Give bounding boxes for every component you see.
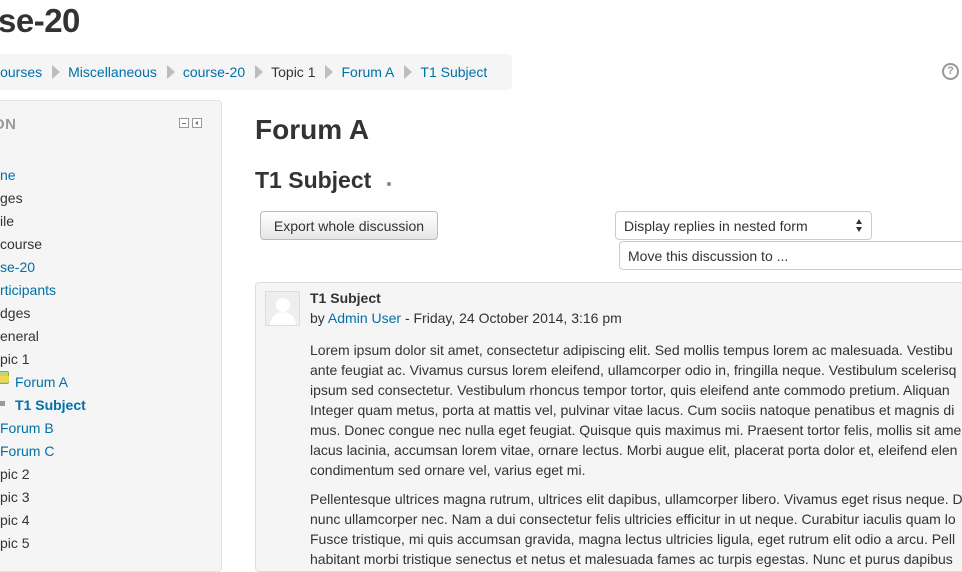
breadcrumb-forum[interactable]: Forum A bbox=[341, 64, 394, 80]
post-line: ipsum sed consectetur. Vestibulum rhoncu… bbox=[310, 382, 950, 398]
forum-title: Forum A bbox=[255, 114, 370, 145]
navigation-block-title: ON bbox=[0, 116, 17, 133]
nav-item-topic-1[interactable]: pic 1 bbox=[0, 351, 30, 368]
post-line: Integer quam metus, porta at mattis vel,… bbox=[310, 402, 955, 418]
post-line: ante feugiat ac. Vivamus cursus lorem el… bbox=[310, 362, 957, 378]
post-subject: T1 Subject bbox=[310, 290, 381, 306]
nav-item-pages[interactable]: ges bbox=[0, 190, 23, 207]
nav-item-forum-b[interactable]: Forum B bbox=[0, 420, 54, 437]
nav-item-forum-c[interactable]: Forum C bbox=[0, 443, 54, 460]
move-discussion-value: Move this discussion to ... bbox=[628, 247, 789, 264]
breadcrumb-topic: Topic 1 bbox=[271, 64, 316, 80]
post-line: mus. Donec congue nec nulla eget feugiat… bbox=[310, 422, 962, 438]
minimize-block-icon[interactable] bbox=[179, 118, 189, 128]
nav-item-profile[interactable]: ile bbox=[0, 213, 14, 230]
post-by-prefix: by bbox=[310, 310, 325, 326]
breadcrumb-discussion[interactable]: T1 Subject bbox=[420, 64, 487, 80]
forum-icon bbox=[0, 371, 9, 384]
post-paragraph-1: Lorem ipsum dolor sit amet, consectetur … bbox=[310, 340, 962, 480]
post-author-link[interactable]: Admin User bbox=[328, 310, 401, 326]
nav-item-home[interactable]: ne bbox=[0, 167, 16, 184]
post-line: nunc ullamcorper nec. Nam a dui consecte… bbox=[310, 511, 956, 527]
bullet-icon bbox=[0, 401, 5, 406]
dot-icon bbox=[387, 182, 391, 186]
display-mode-value: Display replies in nested form bbox=[624, 217, 808, 234]
nav-item-current-course[interactable]: course bbox=[0, 236, 42, 253]
post-paragraph-2: Pellentesque ultrices magna rutrum, ultr… bbox=[310, 489, 962, 569]
nav-item-forum-a[interactable]: Forum A bbox=[15, 374, 68, 391]
nav-item-course[interactable]: se-20 bbox=[0, 259, 35, 276]
breadcrumb-separator-icon bbox=[52, 65, 61, 79]
nav-item-topic-3[interactable]: pic 3 bbox=[0, 489, 30, 506]
breadcrumb-course[interactable]: course-20 bbox=[183, 64, 245, 80]
post-line: condimentum sed ornare vel, varius eget … bbox=[310, 462, 586, 478]
breadcrumb-separator-icon bbox=[166, 65, 175, 79]
breadcrumb-separator-icon bbox=[325, 65, 334, 79]
dock-block-icon[interactable] bbox=[192, 118, 202, 128]
post-byline: by Admin User - Friday, 24 October 2014,… bbox=[310, 310, 622, 326]
breadcrumb-miscellaneous[interactable]: Miscellaneous bbox=[68, 64, 157, 80]
export-discussion-button[interactable]: Export whole discussion bbox=[260, 211, 438, 240]
discussion-title: T1 Subject bbox=[255, 167, 372, 193]
select-arrows-icon bbox=[856, 219, 864, 233]
help-icon[interactable]: ? bbox=[942, 63, 959, 80]
breadcrumb-courses[interactable]: Courses bbox=[0, 64, 42, 80]
display-mode-select[interactable]: Display replies in nested form bbox=[615, 211, 872, 240]
post-line: lacus lacinia, accumsan lorem vitae, orn… bbox=[310, 442, 958, 458]
post-line: Fusce tristique, mi quis accumsan gravid… bbox=[310, 531, 956, 547]
nav-item-badges[interactable]: dges bbox=[0, 305, 30, 322]
breadcrumb: Courses Miscellaneous course-20 Topic 1 … bbox=[0, 54, 512, 90]
move-discussion-select[interactable]: Move this discussion to ... bbox=[619, 241, 962, 270]
course-title: se-20 bbox=[0, 2, 80, 39]
nav-item-topic-2[interactable]: pic 2 bbox=[0, 466, 30, 483]
nav-item-t1-subject[interactable]: T1 Subject bbox=[15, 397, 86, 414]
post-line: Pellentesque ultrices magna rutrum, ultr… bbox=[310, 491, 962, 507]
post-date: - Friday, 24 October 2014, 3:16 pm bbox=[401, 310, 622, 326]
nav-item-participants[interactable]: rticipants bbox=[0, 282, 56, 299]
user-avatar-icon[interactable] bbox=[265, 291, 300, 326]
nav-item-topic-5[interactable]: pic 5 bbox=[0, 535, 30, 552]
nav-item-topic-4[interactable]: pic 4 bbox=[0, 512, 30, 529]
post-line: habitant morbi tristique senectus et net… bbox=[310, 551, 953, 567]
post-line: Lorem ipsum dolor sit amet, consectetur … bbox=[310, 342, 953, 358]
breadcrumb-separator-icon bbox=[404, 65, 413, 79]
nav-item-general[interactable]: eneral bbox=[0, 328, 39, 345]
breadcrumb-separator-icon bbox=[255, 65, 264, 79]
